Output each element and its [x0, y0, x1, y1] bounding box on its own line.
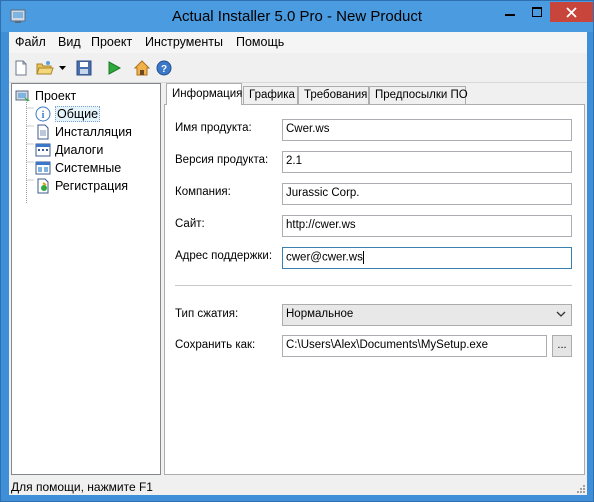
dropdown-arrow-icon[interactable] [58, 59, 66, 77]
document-icon [35, 124, 51, 140]
tree-item-installation[interactable]: Инсталляция [35, 124, 132, 140]
client-area: Файл Вид Проект Инструменты Помощь ? Про… [9, 32, 587, 495]
site-label: Сайт: [175, 218, 205, 230]
close-button[interactable] [550, 2, 593, 22]
support-address-field[interactable]: cwer@cwer.ws [282, 247, 572, 269]
project-icon [15, 88, 31, 104]
tree-item-registration[interactable]: Регистрация [35, 178, 128, 194]
save-icon[interactable] [75, 59, 93, 77]
help-icon[interactable]: ? [155, 59, 173, 77]
compression-type-value: Нормальное [286, 308, 354, 320]
toolbar: ? [9, 54, 587, 83]
resize-grip-icon[interactable] [575, 483, 585, 493]
status-bar: Для помощи, нажмите F1 [9, 477, 587, 495]
company-label: Компания: [175, 186, 231, 198]
new-document-icon[interactable] [12, 59, 30, 77]
tree-item-label: Инсталляция [55, 125, 132, 139]
menu-bar: Файл Вид Проект Инструменты Помощь [9, 32, 587, 53]
product-version-label: Версия продукта: [175, 154, 269, 166]
support-address-value: cwer@cwer.ws [286, 251, 363, 264]
product-name-label: Имя продукта: [175, 122, 252, 134]
tree-root-project[interactable]: Проект [15, 88, 76, 104]
minimize-icon [504, 14, 515, 16]
app-window: Actual Installer 5.0 Pro - New Product Ф… [0, 0, 594, 502]
company-field[interactable]: Jurassic Corp. [282, 183, 572, 205]
compression-type-label: Тип сжатия: [175, 308, 239, 320]
site-field[interactable]: http://cwer.ws [282, 215, 572, 237]
save-as-label: Сохранить как: [175, 339, 256, 351]
form-divider [175, 285, 572, 286]
system-icon [35, 160, 51, 176]
tab-strip: Информация Графика Требования Предпосылк… [164, 83, 585, 105]
tab-graphics[interactable]: Графика [243, 86, 298, 104]
home-icon[interactable] [133, 59, 151, 77]
tab-requirements[interactable]: Требования [298, 86, 369, 104]
menu-help[interactable]: Помощь [236, 35, 284, 49]
tree-item-label: Общие [55, 106, 101, 122]
tab-info[interactable]: Информация [166, 83, 242, 105]
compression-type-select[interactable]: Нормальное [282, 304, 572, 326]
tree-item-label: Системные [55, 161, 122, 175]
svg-text:?: ? [161, 64, 167, 75]
menu-tools[interactable]: Инструменты [145, 35, 223, 49]
menu-file[interactable]: Файл [15, 35, 46, 49]
properties-pane: Информация Графика Требования Предпосылк… [164, 83, 585, 475]
product-name-field[interactable]: Cwer.ws [282, 119, 572, 141]
close-icon [566, 6, 577, 18]
product-version-field[interactable]: 2.1 [282, 151, 572, 173]
text-caret [362, 251, 364, 264]
registration-icon [35, 178, 51, 194]
build-run-icon[interactable] [105, 59, 123, 77]
tree-item-general[interactable]: i Общие [35, 106, 101, 122]
status-text: Для помощи, нажмите F1 [11, 480, 153, 494]
tree-root-label: Проект [35, 89, 77, 103]
tree-item-label: Регистрация [55, 179, 129, 193]
support-address-label: Адрес поддержки: [175, 250, 273, 262]
tree-item-dialogs[interactable]: Диалоги [35, 142, 103, 158]
menu-project[interactable]: Проект [91, 35, 132, 49]
svg-text:i: i [42, 110, 45, 121]
info-panel: Имя продукта: Cwer.ws Версия продукта: 2… [164, 104, 585, 475]
project-tree[interactable]: Проект i Общие Инсталляция Диалоги Систе… [11, 83, 161, 475]
tree-item-label: Диалоги [55, 143, 104, 157]
dialogs-icon [35, 142, 51, 158]
maximize-button[interactable] [523, 2, 550, 22]
menu-view[interactable]: Вид [58, 35, 81, 49]
browse-button[interactable]: ... [552, 335, 572, 357]
info-icon: i [35, 106, 51, 122]
chevron-down-icon [556, 311, 566, 317]
tab-prerequisites[interactable]: Предпосылки ПО [369, 86, 468, 104]
maximize-icon [531, 7, 542, 17]
save-as-field[interactable]: C:\Users\Alex\Documents\MySetup.exe [282, 335, 547, 357]
tree-item-system[interactable]: Системные [35, 160, 121, 176]
title-bar[interactable]: Actual Installer 5.0 Pro - New Product [1, 1, 593, 32]
minimize-button[interactable] [496, 2, 523, 22]
open-folder-icon[interactable] [36, 59, 54, 77]
